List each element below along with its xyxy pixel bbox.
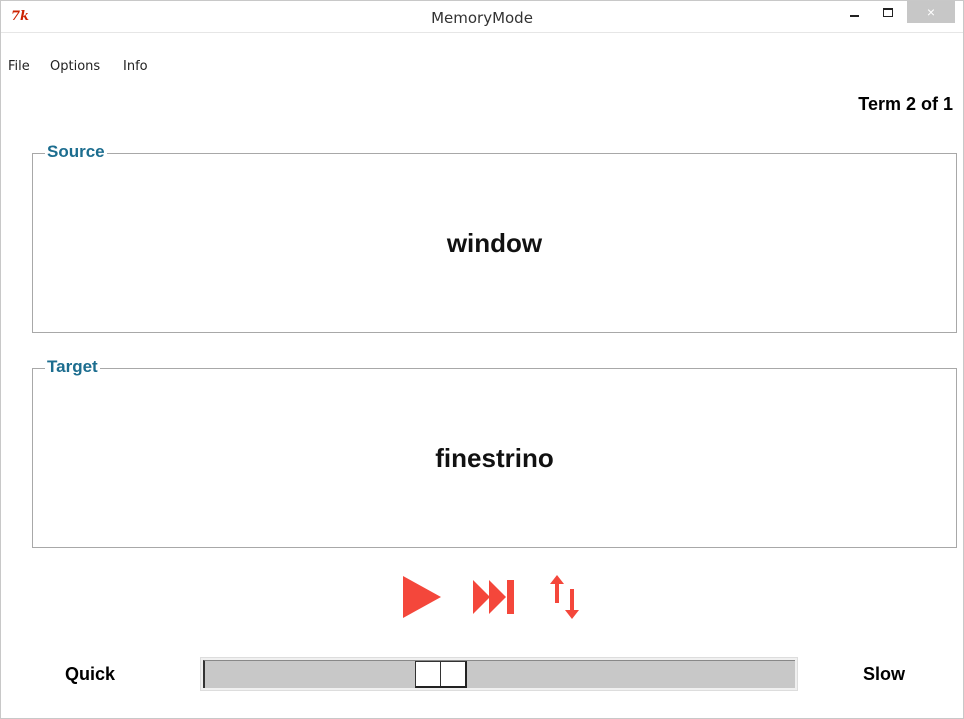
menu-file[interactable]: File [8, 59, 30, 74]
menu-options[interactable]: Options [50, 59, 100, 74]
title-bar[interactable]: 7k MemoryMode × [1, 1, 963, 33]
app-window: 7k MemoryMode × File Options Info Term 2… [0, 0, 964, 719]
swap-arrows-icon [550, 575, 579, 619]
maximize-button[interactable] [873, 1, 903, 23]
source-panel: Source window [32, 142, 957, 333]
slider-grip-line [440, 662, 441, 686]
source-term: window [446, 227, 543, 258]
swap-direction-button[interactable] [550, 573, 580, 621]
menu-info[interactable]: Info [123, 59, 148, 74]
close-icon: × [926, 4, 936, 20]
quick-label: Quick [65, 664, 116, 684]
close-button[interactable]: × [907, 1, 955, 23]
minimize-icon [849, 15, 859, 17]
slider-thumb[interactable] [415, 661, 467, 688]
target-panel: Target finestrino [32, 357, 957, 548]
maximize-icon [883, 7, 893, 17]
window-title: MemoryMode [431, 9, 533, 27]
play-button[interactable] [401, 573, 443, 621]
play-icon [403, 576, 441, 618]
menu-bar: File Options Info [1, 57, 963, 79]
slider-trough[interactable] [203, 660, 795, 688]
target-term: finestrino [435, 442, 554, 473]
skip-forward-button[interactable] [471, 573, 517, 621]
slow-label: Slow [863, 664, 906, 684]
skip-forward-icon [473, 580, 514, 614]
speed-slider[interactable] [200, 657, 798, 691]
term-counter: Term 2 of 1 [858, 94, 953, 114]
minimize-button[interactable] [839, 1, 869, 23]
